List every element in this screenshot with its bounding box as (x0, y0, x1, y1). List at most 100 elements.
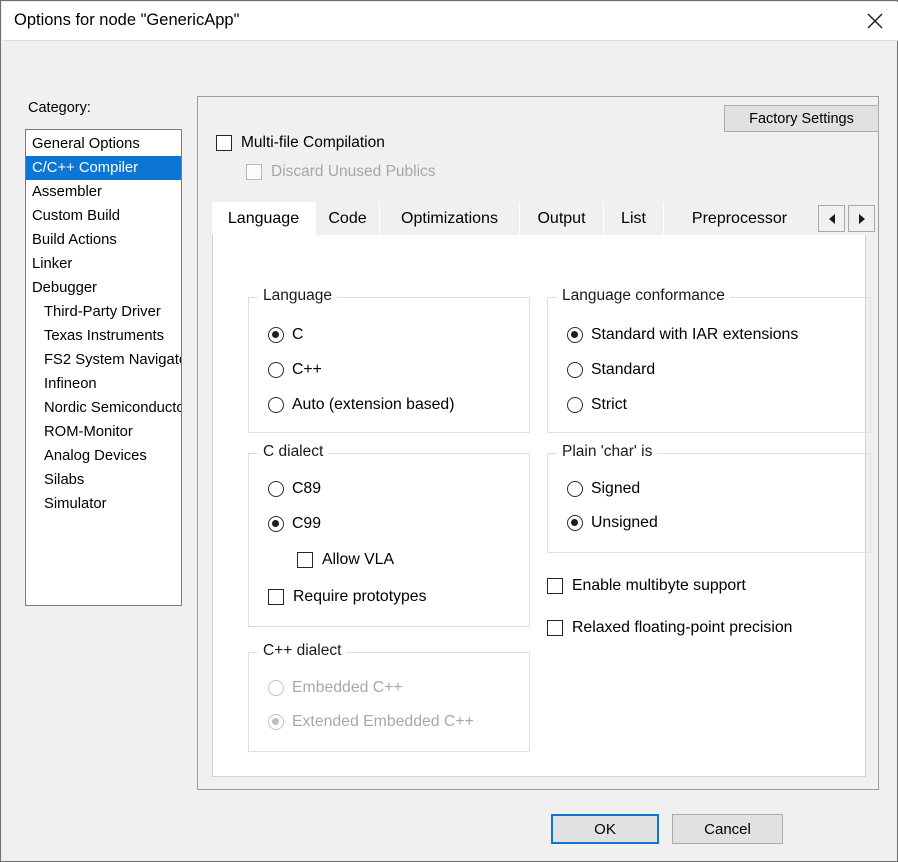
group-language-legend: Language (258, 287, 337, 305)
sidebar-item-infineon[interactable]: Infineon (26, 372, 181, 396)
radio-language-auto[interactable]: Auto (extension based) (268, 396, 454, 414)
radio-language-c-label: C (292, 326, 304, 343)
discard-unused-publics-checkbox: Discard Unused Publics (246, 163, 436, 181)
window-title: Options for node "GenericApp" (14, 11, 240, 29)
radio-dot (567, 481, 583, 497)
tab-optimizations[interactable]: Optimizations (379, 202, 519, 235)
radio-dot (268, 714, 284, 730)
sidebar-item-texas-instruments[interactable]: Texas Instruments (26, 324, 181, 348)
checkbox-allow-vla-label: Allow VLA (322, 551, 394, 568)
sidebar-item-assembler[interactable]: Assembler (26, 180, 181, 204)
tab-output[interactable]: Output (519, 202, 603, 235)
cancel-button[interactable]: Cancel (672, 814, 783, 844)
checkbox-box (547, 620, 563, 636)
checkbox-box (268, 589, 284, 605)
sidebar-item-silabs[interactable]: Silabs (26, 468, 181, 492)
radio-c89[interactable]: C89 (268, 480, 321, 498)
radio-dot (268, 327, 284, 343)
ok-button[interactable]: OK (551, 814, 659, 844)
radio-dot (567, 362, 583, 378)
radio-dot (268, 397, 284, 413)
checkbox-relaxed-floating-point-precision[interactable]: Relaxed floating-point precision (547, 619, 792, 637)
radio-language-auto-label: Auto (extension based) (292, 396, 455, 413)
close-icon[interactable] (852, 2, 898, 40)
radio-c99[interactable]: C99 (268, 515, 321, 533)
checkbox-relaxed-floating-point-precision-label: Relaxed floating-point precision (572, 619, 793, 636)
radio-extended-embedded-cpp-label: Extended Embedded C++ (292, 713, 474, 730)
checkbox-enable-multibyte-support[interactable]: Enable multibyte support (547, 577, 746, 595)
tab-preprocessor[interactable]: Preprocessor (663, 202, 815, 235)
radio-strict-label: Strict (591, 396, 627, 413)
sidebar-item-general-options[interactable]: General Options (26, 132, 181, 156)
title-bar: Options for node "GenericApp" (2, 2, 898, 41)
checkbox-box (246, 164, 262, 180)
group-c-dialect: C dialect C89 C99 Allow VLA Require prot… (248, 443, 530, 627)
radio-signed[interactable]: Signed (567, 480, 640, 498)
radio-standard[interactable]: Standard (567, 361, 655, 379)
factory-settings-button[interactable]: Factory Settings (724, 105, 879, 132)
radio-embedded-cpp-label: Embedded C++ (292, 679, 403, 696)
radio-c89-label: C89 (292, 480, 321, 497)
checkbox-require-prototypes[interactable]: Require prototypes (268, 588, 426, 606)
checkbox-box (547, 578, 563, 594)
group-plain-char-legend: Plain 'char' is (557, 443, 658, 461)
sidebar-item-custom-build[interactable]: Custom Build (26, 204, 181, 228)
tab-code[interactable]: Code (315, 202, 379, 235)
group-language-conformance: Language conformance Standard with IAR e… (547, 287, 871, 433)
checkbox-enable-multibyte-support-label: Enable multibyte support (572, 577, 746, 594)
checkbox-allow-vla[interactable]: Allow VLA (297, 551, 394, 569)
radio-dot (268, 481, 284, 497)
radio-language-cpp[interactable]: C++ (268, 361, 322, 379)
sidebar-item-nordic-semiconductor[interactable]: Nordic Semiconductor (26, 396, 181, 420)
radio-unsigned[interactable]: Unsigned (567, 514, 658, 532)
radio-embedded-cpp: Embedded C++ (268, 679, 403, 697)
chevron-right-icon[interactable] (848, 205, 875, 232)
radio-dot (268, 362, 284, 378)
multi-file-compilation-label: Multi-file Compilation (241, 134, 385, 151)
radio-standard-label: Standard (591, 361, 656, 378)
radio-standard-with-iar-extensions[interactable]: Standard with IAR extensions (567, 326, 798, 344)
radio-language-cpp-label: C++ (292, 361, 322, 378)
sidebar-item-fs2-system-navigator[interactable]: FS2 System Navigator (26, 348, 181, 372)
sidebar-item-linker[interactable]: Linker (26, 252, 181, 276)
radio-dot (268, 680, 284, 696)
sidebar-item-c-cpp-compiler[interactable]: C/C++ Compiler (26, 156, 181, 180)
checkbox-box (297, 552, 313, 568)
radio-dot (567, 397, 583, 413)
group-language: Language C C++ Auto (extension based) (248, 287, 530, 433)
category-list[interactable]: General Options C/C++ Compiler Assembler… (25, 129, 182, 606)
radio-unsigned-label: Unsigned (591, 514, 658, 531)
radio-standard-with-iar-extensions-label: Standard with IAR extensions (591, 326, 799, 343)
sidebar-item-analog-devices[interactable]: Analog Devices (26, 444, 181, 468)
radio-signed-label: Signed (591, 480, 641, 497)
tab-strip: Language Code Optimizations Output List … (212, 202, 875, 235)
sidebar-item-rom-monitor[interactable]: ROM-Monitor (26, 420, 181, 444)
checkbox-require-prototypes-label: Require prototypes (293, 588, 427, 605)
sidebar-item-simulator[interactable]: Simulator (26, 492, 181, 516)
radio-strict[interactable]: Strict (567, 396, 627, 414)
group-language-conformance-legend: Language conformance (557, 287, 730, 305)
group-cpp-dialect: C++ dialect Embedded C++ Extended Embedd… (248, 642, 530, 752)
category-label: Category: (28, 100, 91, 116)
radio-dot (268, 516, 284, 532)
tab-language[interactable]: Language (212, 202, 315, 235)
multi-file-compilation-checkbox[interactable]: Multi-file Compilation (216, 134, 385, 152)
sidebar-item-debugger[interactable]: Debugger (26, 276, 181, 300)
options-dialog: Options for node "GenericApp" Category: … (0, 0, 898, 862)
radio-language-c[interactable]: C (268, 326, 303, 344)
group-c-dialect-legend: C dialect (258, 443, 329, 461)
radio-dot (567, 327, 583, 343)
options-panel: Factory Settings Multi-file Compilation … (197, 96, 879, 790)
group-plain-char: Plain 'char' is Signed Unsigned (547, 443, 871, 553)
group-cpp-dialect-legend: C++ dialect (258, 642, 347, 660)
tab-list[interactable]: List (603, 202, 663, 235)
checkbox-box (216, 135, 232, 151)
sidebar-item-build-actions[interactable]: Build Actions (26, 228, 181, 252)
tab-page-language: Language C C++ Auto (extension based) C … (212, 235, 871, 777)
radio-dot (567, 515, 583, 531)
radio-c99-label: C99 (292, 515, 321, 532)
chevron-left-icon[interactable] (818, 205, 845, 232)
discard-unused-publics-label: Discard Unused Publics (271, 163, 436, 180)
radio-extended-embedded-cpp: Extended Embedded C++ (268, 713, 474, 731)
sidebar-item-third-party-driver[interactable]: Third-Party Driver (26, 300, 181, 324)
